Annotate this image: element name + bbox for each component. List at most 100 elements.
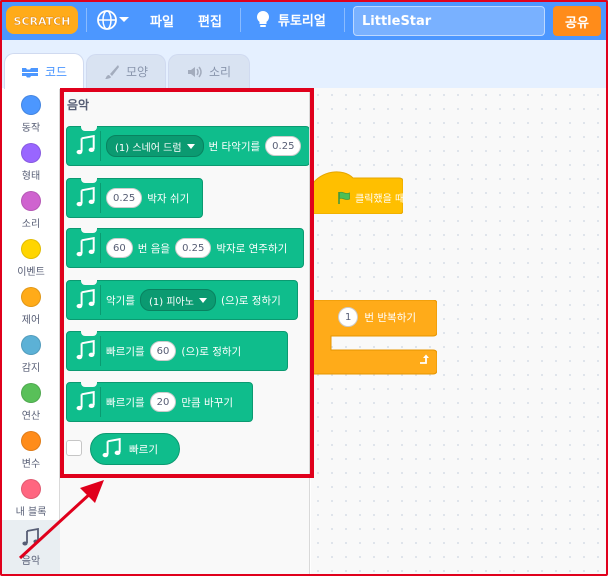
block-palette: 음악 (1) 스네어 드럼 번 타악기를 0.25 0.25 박자 쉬기 60 … <box>60 88 310 574</box>
category-variables[interactable]: 변수 <box>2 424 60 472</box>
block-text: 박자로 연주하기 <box>216 242 288 255</box>
tab-costumes[interactable]: 모양 <box>86 54 166 88</box>
category-dot <box>21 383 41 403</box>
beats-input[interactable]: 0.25 <box>265 136 302 156</box>
category-dot <box>21 431 41 451</box>
music-note-icon <box>73 183 101 213</box>
block-text: 번 음을 <box>137 242 171 255</box>
repeat-block-header: 1 번 반복하기 <box>338 307 416 327</box>
category-dot <box>21 287 41 307</box>
block-text: 악기를 <box>106 294 135 307</box>
block-notch <box>81 126 97 131</box>
scratch-logo[interactable]: SCRATCH <box>6 6 78 34</box>
edit-menu[interactable]: 편집 <box>198 11 222 30</box>
block-text: 빠르기를 <box>106 345 145 358</box>
tab-sounds-label: 소리 <box>208 65 232 79</box>
tutorial-button[interactable]: 튜토리얼 <box>254 9 326 29</box>
category-sensing[interactable]: 감지 <box>2 328 60 376</box>
block-notch <box>81 228 97 233</box>
block-text: 번 반복하기 <box>364 311 417 324</box>
speaker-icon <box>187 66 202 77</box>
music-note-icon <box>102 438 121 458</box>
globe-icon <box>97 10 117 30</box>
category-dot <box>21 191 41 211</box>
chevron-down-icon <box>119 17 129 22</box>
tempo-monitor-checkbox[interactable] <box>66 440 82 456</box>
block-notch <box>81 331 97 336</box>
set-instrument-block[interactable]: 악기를 (1) 피아노 (으)로 정하기 <box>66 280 298 320</box>
block-text: 만큼 바꾸기 <box>181 396 234 409</box>
category-label: 제어 <box>21 315 41 326</box>
block-text: 박자 쉬기 <box>147 192 190 205</box>
paintbrush-icon <box>104 64 119 79</box>
category-my-blocks[interactable]: 내 블록 <box>2 472 60 520</box>
set-tempo-block[interactable]: 빠르기를 60 (으)로 정하기 <box>66 331 288 371</box>
code-icon <box>21 67 38 77</box>
instrument-dropdown-value: (1) 피아노 <box>148 296 194 308</box>
project-title-input[interactable] <box>353 6 545 36</box>
category-sound[interactable]: 소리 <box>2 184 60 232</box>
drum-dropdown[interactable]: (1) 스네어 드럼 <box>106 135 204 157</box>
block-text: (으)로 정하기 <box>220 294 281 307</box>
hat-block-label: 클릭했을 때 <box>337 190 404 205</box>
play-drum-block[interactable]: (1) 스네어 드럼 번 타악기를 0.25 <box>66 126 309 166</box>
menu-divider <box>240 8 241 32</box>
category-label: 감지 <box>21 363 41 374</box>
note-input[interactable]: 60 <box>106 238 133 258</box>
drum-dropdown-value: (1) 스네어 드럼 <box>115 142 182 154</box>
category-operators[interactable]: 연산 <box>2 376 60 424</box>
block-notch <box>81 178 97 183</box>
music-note-icon <box>73 285 101 315</box>
category-events[interactable]: 이벤트 <box>2 232 60 280</box>
category-label: 변수 <box>21 459 41 470</box>
block-text: 빠르기를 <box>106 396 145 409</box>
rest-block[interactable]: 0.25 박자 쉬기 <box>66 178 203 218</box>
caret-down-icon <box>198 297 207 303</box>
menu-divider <box>86 8 87 32</box>
music-note-icon <box>73 336 101 366</box>
category-label: 소리 <box>21 219 41 230</box>
instrument-dropdown[interactable]: (1) 피아노 <box>139 289 216 311</box>
block-text: (으)로 정하기 <box>181 345 242 358</box>
tutorial-label: 튜토리얼 <box>278 13 326 29</box>
repeat-count-input[interactable]: 1 <box>338 307 359 327</box>
category-dot <box>21 95 41 115</box>
tempo-change-input[interactable]: 20 <box>149 392 177 412</box>
category-dot <box>21 239 41 259</box>
green-flag-icon <box>338 191 350 204</box>
tempo-input[interactable]: 60 <box>149 341 177 361</box>
loop-arrow-icon <box>420 354 429 364</box>
category-looks[interactable]: 형태 <box>2 136 60 184</box>
category-label: 연산 <box>21 411 41 422</box>
hat-block-text: 클릭했을 때 <box>355 194 405 205</box>
category-label: 형태 <box>21 171 41 182</box>
menu-divider <box>344 8 345 32</box>
tab-code[interactable]: 코드 <box>4 53 84 89</box>
music-note-icon <box>73 387 101 417</box>
language-menu[interactable] <box>96 9 136 31</box>
block-text: 번 타악기를 <box>208 140 261 153</box>
tempo-reporter-block[interactable]: 빠르기 <box>90 433 180 465</box>
tab-sounds[interactable]: 소리 <box>168 54 250 88</box>
lightbulb-icon <box>256 10 270 27</box>
tab-code-label: 코드 <box>44 65 68 79</box>
file-menu[interactable]: 파일 <box>150 11 174 30</box>
beats-input[interactable]: 0.25 <box>106 188 143 208</box>
category-dot <box>21 479 41 499</box>
beats-input[interactable]: 0.25 <box>175 238 212 258</box>
editor-tabs: 코드 모양 소리 <box>0 40 608 89</box>
block-text: 빠르기 <box>129 443 158 456</box>
category-label: 동작 <box>21 123 41 134</box>
category-label: 내 블록 <box>15 507 47 518</box>
category-dot <box>21 143 41 163</box>
share-button[interactable]: 공유 <box>553 6 601 36</box>
play-note-block[interactable]: 60 번 음을 0.25 박자로 연주하기 <box>66 228 304 268</box>
change-tempo-block[interactable]: 빠르기를 20 만큼 바꾸기 <box>66 382 253 422</box>
music-note-icon <box>22 528 39 546</box>
category-control[interactable]: 제어 <box>2 280 60 328</box>
category-menu: 동작 형태 소리 이벤트 제어 감지 연산 변수 내 블록 음악 <box>2 88 60 574</box>
category-music[interactable]: 음악 <box>2 520 60 574</box>
category-label: 이벤트 <box>17 267 45 278</box>
block-notch <box>81 382 97 387</box>
category-motion[interactable]: 동작 <box>2 88 60 136</box>
